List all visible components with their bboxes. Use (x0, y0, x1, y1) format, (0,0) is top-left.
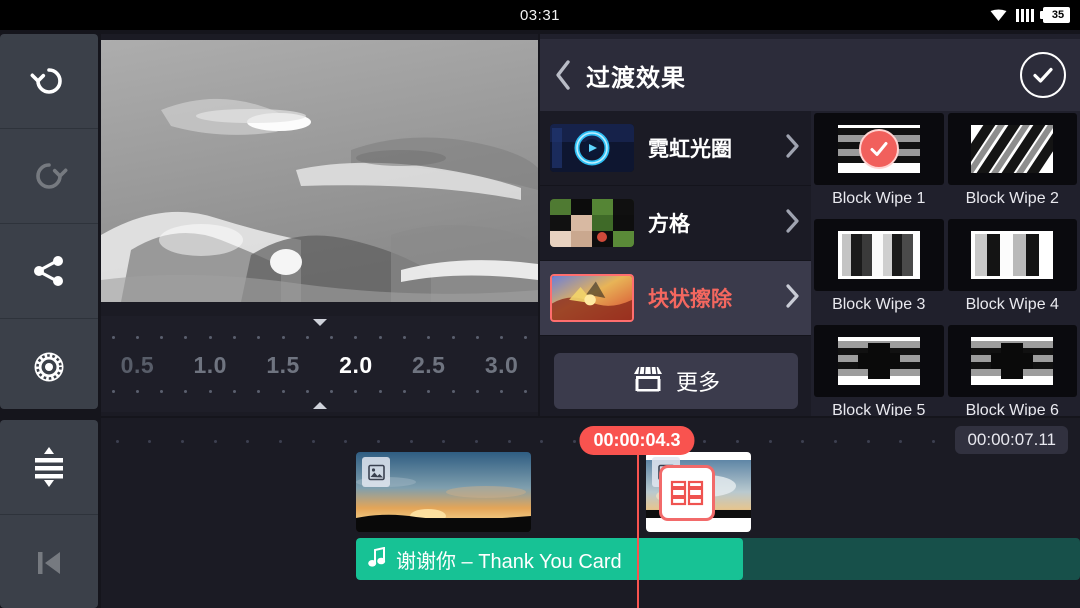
duration-tick-3[interactable]: 2.0 (319, 352, 392, 379)
video-preview[interactable] (101, 40, 538, 302)
more-label: 更多 (675, 370, 720, 395)
expand-tracks-button[interactable] (0, 420, 98, 516)
status-clock: 03:31 (519, 6, 561, 24)
timeline[interactable]: 00:00:07.11 谢谢你 – Thank You Card 00:00:0… (101, 418, 1080, 608)
effect-thumbnail (814, 219, 944, 291)
redo-icon (36, 163, 68, 189)
effect-label: Block Wipe 3 (832, 296, 926, 313)
effect-cell-block-wipe-6[interactable]: Block Wipe 6 (947, 325, 1077, 416)
effect-cell-block-wipe-4[interactable]: Block Wipe 4 (947, 219, 1077, 321)
audio-clip[interactable]: 谢谢你 – Thank You Card (356, 538, 743, 580)
effect-label: Block Wipe 2 (965, 190, 1059, 207)
duration-tick-2[interactable]: 1.5 (247, 352, 320, 379)
undo-icon (30, 68, 62, 94)
toolbar-group-secondary (0, 420, 98, 608)
expand-rows-icon (35, 447, 63, 488)
total-duration: 00:00:07.11 (955, 426, 1068, 454)
chevron-right-icon (779, 208, 805, 239)
slider-marker-bottom-icon (312, 402, 327, 409)
category-thumbnail (550, 199, 634, 247)
duration-tick-1[interactable]: 1.0 (174, 352, 247, 379)
music-note-icon (368, 546, 386, 572)
left-toolbar (0, 34, 98, 608)
effect-cell-block-wipe-3[interactable]: Block Wipe 3 (814, 219, 944, 321)
effect-label: Block Wipe 6 (965, 402, 1059, 416)
effect-thumbnail (947, 113, 1077, 185)
category-label: 方格 (648, 213, 690, 236)
share-button[interactable] (0, 224, 98, 319)
slider-ticks-bottom (101, 388, 538, 394)
pattern-cross-block (971, 337, 1054, 385)
back-button[interactable] (540, 59, 586, 91)
slider-marker-top-icon (312, 319, 327, 326)
check-circle-icon (858, 129, 899, 169)
duration-tick-4[interactable]: 2.5 (392, 352, 465, 379)
effect-label: Block Wipe 1 (832, 190, 926, 207)
more-button[interactable]: 更多 (554, 353, 798, 409)
panel-header: 过渡效果 (540, 39, 1080, 111)
preview-image (101, 40, 538, 302)
effect-thumbnail (814, 113, 944, 185)
kinemaster-editor: 03:31 35 0.5 1.0 1.5 2.0 2.5 3.0 过渡效果 霓虹… (0, 0, 1080, 608)
playhead-time[interactable]: 00:00:04.3 (579, 426, 695, 455)
preview-column: 0.5 1.0 1.5 2.0 2.5 3.0 (101, 34, 538, 416)
category-row-neon-ring[interactable]: 霓虹光圈 (540, 111, 811, 186)
battery-icon: 35 (1040, 7, 1070, 23)
transition-duration-slider[interactable]: 0.5 1.0 1.5 2.0 2.5 3.0 (101, 316, 538, 412)
category-label: 块状擦除 (648, 288, 732, 311)
timeline-transition-marker[interactable] (659, 465, 715, 521)
transition-block-icon (670, 480, 704, 506)
store-icon (632, 365, 664, 398)
chevron-right-icon (779, 283, 805, 314)
status-indicators: 35 (990, 0, 1070, 30)
skip-start-icon (38, 551, 60, 574)
undo-button[interactable] (0, 34, 98, 129)
slider-labels: 0.5 1.0 1.5 2.0 2.5 3.0 (101, 348, 538, 382)
image-icon (362, 457, 390, 487)
chevron-right-icon (779, 133, 805, 164)
redo-button[interactable] (0, 129, 98, 224)
effect-cell-block-wipe-1[interactable]: Block Wipe 1 (814, 113, 944, 215)
pattern-vertical-bars-a (837, 231, 920, 279)
effects-grid[interactable]: Block Wipe 1 Block Wipe 2 Block Wipe 3 B… (811, 111, 1080, 416)
pattern-vertical-bars-b (971, 231, 1054, 279)
effect-label: Block Wipe 4 (965, 296, 1059, 313)
check-icon (1033, 67, 1053, 83)
toolbar-divider (0, 412, 98, 417)
signal-bars-icon (1016, 8, 1034, 22)
effect-thumbnail (947, 219, 1077, 291)
duration-tick-0[interactable]: 0.5 (101, 352, 174, 379)
duration-tick-5[interactable]: 3.0 (465, 352, 538, 379)
category-thumbnail (550, 274, 634, 322)
effect-thumbnail (814, 325, 944, 397)
effect-label: Block Wipe 5 (832, 402, 926, 416)
category-row-block-wipe[interactable]: 块状擦除 (540, 261, 811, 336)
timeline-audio-track[interactable]: 谢谢你 – Thank You Card (356, 538, 1080, 580)
gear-icon (34, 352, 64, 381)
effect-thumbnail (947, 325, 1077, 397)
category-list[interactable]: 霓虹光圈 方格 块状擦除 更多 (540, 111, 811, 416)
pattern-cross-block (837, 337, 920, 385)
chevron-left-icon (556, 60, 570, 90)
confirm-button[interactable] (1020, 52, 1066, 98)
audio-title: 谢谢你 – Thank You Card (396, 550, 622, 573)
wifi-icon (990, 9, 1007, 22)
skip-to-start-button[interactable] (0, 515, 98, 608)
share-icon (34, 256, 63, 286)
status-bar: 03:31 35 (0, 0, 1080, 30)
pattern-diagonal-stripes (971, 125, 1054, 173)
settings-button[interactable] (0, 319, 98, 410)
slider-ticks-top (101, 334, 538, 340)
category-label: 霓虹光圈 (648, 138, 732, 161)
toolbar-group-primary (0, 34, 98, 410)
effect-cell-block-wipe-2[interactable]: Block Wipe 2 (947, 113, 1077, 215)
category-thumbnail (550, 124, 634, 172)
timeline-clip-1[interactable] (356, 452, 531, 532)
transition-panel: 过渡效果 霓虹光圈 方格 块状擦除 更多 Block Wipe 1 Block … (540, 34, 1080, 416)
effect-cell-block-wipe-5[interactable]: Block Wipe 5 (814, 325, 944, 416)
panel-title: 过渡效果 (586, 64, 686, 92)
playhead-line[interactable] (637, 452, 639, 608)
category-row-squares[interactable]: 方格 (540, 186, 811, 261)
